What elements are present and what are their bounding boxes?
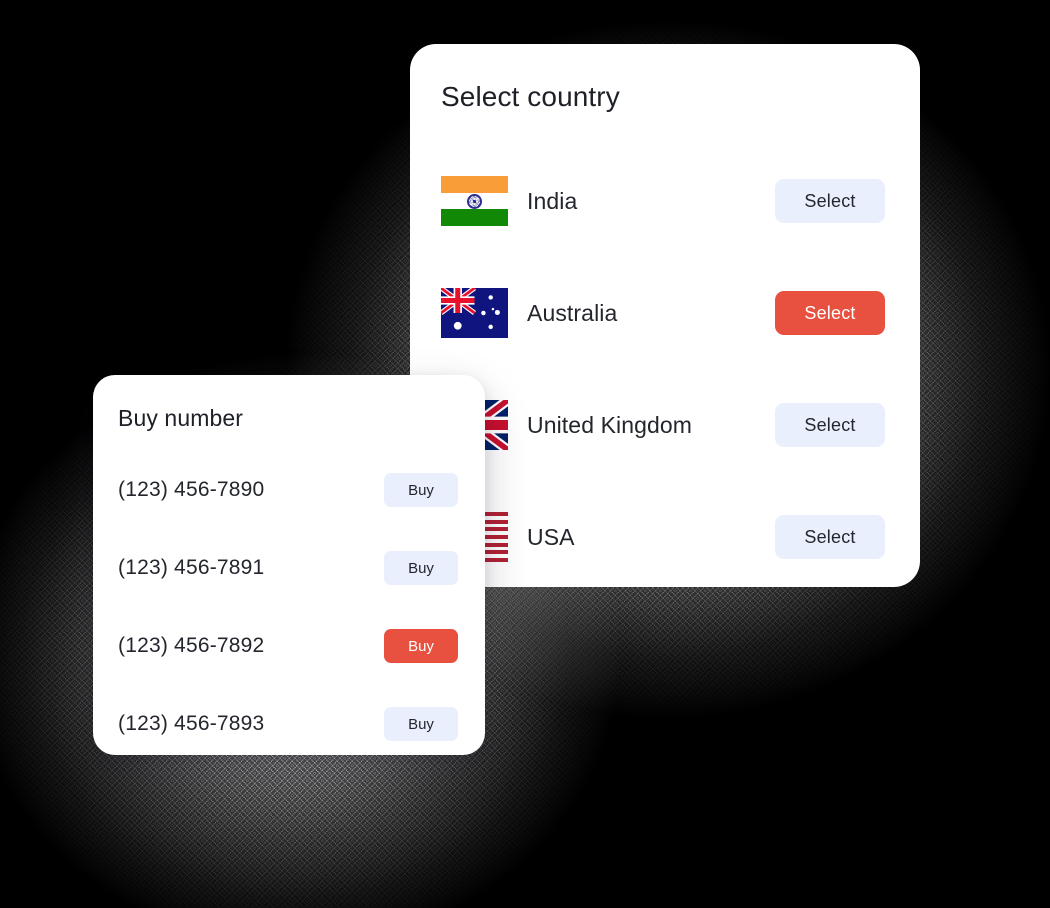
phone-number-list: (123) 456-7890 Buy (123) 456-7891 Buy (1… xyxy=(93,451,485,763)
country-name: United Kingdom xyxy=(527,411,693,438)
country-name: Australia xyxy=(527,299,618,326)
country-list: India Select Australia Select United Kin… xyxy=(410,145,920,593)
flag-india-icon xyxy=(441,176,508,226)
phone-number-row[interactable]: (123) 456-7891 Buy xyxy=(93,529,485,607)
country-row-australia[interactable]: Australia Select xyxy=(410,257,920,369)
ashoka-chakra-icon xyxy=(467,193,482,209)
phone-number-value: (123) 456-7893 xyxy=(118,712,265,735)
select-country-card: Select country India Select Australia Se… xyxy=(410,44,920,587)
buy-button-7893[interactable]: Buy xyxy=(384,707,458,741)
phone-number-row[interactable]: (123) 456-7892 Buy xyxy=(93,607,485,685)
screen-root: Select country India Select Australia Se… xyxy=(0,0,1050,908)
buy-button-7891[interactable]: Buy xyxy=(384,551,458,585)
phone-number-value: (123) 456-7891 xyxy=(118,556,265,579)
select-button-australia[interactable]: Select xyxy=(775,291,885,335)
phone-number-value: (123) 456-7892 xyxy=(118,634,265,657)
country-row-united-kingdom[interactable]: United Kingdom Select xyxy=(410,369,920,481)
country-row-india[interactable]: India Select xyxy=(410,145,920,257)
select-button-india[interactable]: Select xyxy=(775,179,885,223)
phone-number-value: (123) 456-7890 xyxy=(118,478,265,501)
buy-number-title: Buy number xyxy=(118,405,244,431)
phone-number-row[interactable]: (123) 456-7890 Buy xyxy=(93,451,485,529)
phone-number-row[interactable]: (123) 456-7893 Buy xyxy=(93,685,485,763)
country-name: USA xyxy=(527,523,575,550)
country-row-usa[interactable]: USA Select xyxy=(410,481,920,593)
select-country-title: Select country xyxy=(441,81,620,112)
select-button-united-kingdom[interactable]: Select xyxy=(775,403,885,447)
flag-australia-icon xyxy=(441,288,508,338)
buy-button-7892[interactable]: Buy xyxy=(384,629,458,663)
buy-number-card: Buy number (123) 456-7890 Buy (123) 456-… xyxy=(93,375,485,755)
select-button-usa[interactable]: Select xyxy=(775,515,885,559)
country-name: India xyxy=(527,187,578,214)
buy-button-7890[interactable]: Buy xyxy=(384,473,458,507)
